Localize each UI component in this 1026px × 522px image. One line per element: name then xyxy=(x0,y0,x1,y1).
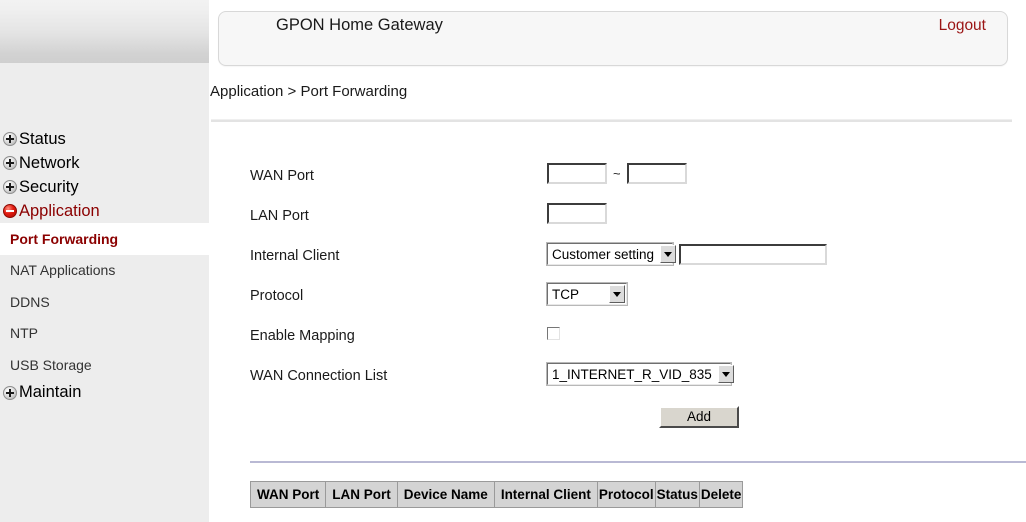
sidebar-item-usb-storage[interactable]: USB Storage xyxy=(0,349,209,381)
sidebar-item-label: Maintain xyxy=(19,383,82,401)
add-button[interactable]: Add xyxy=(659,406,739,428)
lan-port-input[interactable] xyxy=(547,203,607,224)
form-row-lan-port: LAN Port xyxy=(209,200,1026,240)
label-internal-client: Internal Client xyxy=(250,248,340,264)
column-header-protocol: Protocol xyxy=(596,481,656,508)
wan-port-end-input[interactable] xyxy=(626,163,687,184)
sidebar-item-label: Application xyxy=(19,201,100,220)
chevron-down-icon xyxy=(609,285,625,303)
wan-connection-select[interactable]: 1_INTERNET_R_VID_835 xyxy=(546,362,734,386)
sidebar-item-port-forwarding[interactable]: Port Forwarding xyxy=(0,223,209,255)
sidebar-subitem-label: Port Forwarding xyxy=(10,230,119,247)
sidebar-item-maintain[interactable]: Maintain xyxy=(0,380,209,405)
wan-port-controls: ~ xyxy=(547,163,687,184)
sidebar-item-label: Security xyxy=(19,177,79,196)
sidebar-item-security[interactable]: Security xyxy=(0,175,209,199)
logout-button[interactable]: Logout xyxy=(939,17,986,35)
column-header-device-name: Device Name xyxy=(396,481,495,508)
plus-circle-icon xyxy=(3,132,17,146)
sidebar-spacer xyxy=(0,63,209,127)
sidebar-nav: Status Network Security Application Port… xyxy=(0,127,209,405)
column-header-status: Status xyxy=(654,481,700,508)
sidebar-subitem-label: DDNS xyxy=(10,293,50,310)
sidebar-subitem-label: NTP xyxy=(10,325,38,342)
label-wan-connection-list: WAN Connection List xyxy=(250,368,388,384)
sidebar-item-ntp[interactable]: NTP xyxy=(0,317,209,349)
range-separator: ~ xyxy=(613,166,621,181)
chevron-down-icon xyxy=(717,365,734,383)
internal-client-select[interactable]: Customer setting xyxy=(546,242,677,266)
table-header-row: WAN Port LAN Port Device Name Internal C… xyxy=(249,481,744,508)
protocol-controls: TCP xyxy=(546,282,628,306)
main-content: GPON Home Gateway Logout Application > P… xyxy=(209,0,1026,522)
label-lan-port: LAN Port xyxy=(250,208,309,224)
label-wan-port: WAN Port xyxy=(250,168,314,184)
wan-connection-controls: 1_INTERNET_R_VID_835 xyxy=(546,362,734,386)
divider-bottom xyxy=(250,461,1026,463)
plus-circle-icon xyxy=(3,180,17,194)
lan-port-controls xyxy=(547,203,607,224)
form-row-wan-port: WAN Port ~ xyxy=(209,160,1026,200)
column-header-delete: Delete xyxy=(698,481,744,508)
wan-port-start-input[interactable] xyxy=(547,163,607,184)
sidebar-item-label: Status xyxy=(19,129,66,148)
column-header-internal-client: Internal Client xyxy=(493,481,598,508)
page-title: GPON Home Gateway xyxy=(276,16,443,34)
page-root: Status Network Security Application Port… xyxy=(0,0,1026,522)
sidebar-item-nat-applications[interactable]: NAT Applications xyxy=(0,254,209,286)
label-protocol: Protocol xyxy=(250,288,304,304)
wan-connection-select-value: 1_INTERNET_R_VID_835 xyxy=(552,366,712,382)
chevron-down-icon xyxy=(660,245,677,263)
enable-mapping-controls xyxy=(547,323,560,340)
column-header-wan-port: WAN Port xyxy=(249,481,327,508)
sidebar-subitem-label: USB Storage xyxy=(10,356,92,373)
protocol-select-value: TCP xyxy=(552,286,579,302)
form-row-internal-client: Internal Client Customer setting xyxy=(209,240,1026,280)
label-enable-mapping: Enable Mapping xyxy=(250,328,355,344)
plus-circle-icon xyxy=(3,156,17,170)
sidebar-item-status[interactable]: Status xyxy=(0,127,209,151)
form-row-wan-connection-list: WAN Connection List 1_INTERNET_R_VID_835 xyxy=(209,360,1026,400)
breadcrumb: Application > Port Forwarding xyxy=(210,83,408,100)
enable-mapping-checkbox[interactable] xyxy=(547,327,560,340)
sidebar-item-network[interactable]: Network xyxy=(0,151,209,175)
sidebar-item-application[interactable]: Application xyxy=(0,199,209,223)
internal-client-controls: Customer setting xyxy=(546,242,827,266)
sidebar-logo-banner xyxy=(0,0,209,63)
protocol-select[interactable]: TCP xyxy=(546,282,628,306)
form-row-protocol: Protocol TCP xyxy=(209,280,1026,320)
divider-top xyxy=(211,119,1012,122)
minus-circle-icon xyxy=(3,204,17,218)
port-forwarding-table: WAN Port LAN Port Device Name Internal C… xyxy=(249,481,744,508)
internal-client-select-value: Customer setting xyxy=(552,246,655,262)
port-forwarding-form: WAN Port ~ LAN Port Internal Client Cust… xyxy=(209,160,1026,400)
sidebar-subitem-label: NAT Applications xyxy=(10,262,116,279)
form-row-enable-mapping: Enable Mapping xyxy=(209,320,1026,360)
column-header-lan-port: LAN Port xyxy=(325,481,398,508)
internal-client-input[interactable] xyxy=(679,243,827,265)
sidebar-item-label: Network xyxy=(19,153,80,172)
sidebar-item-ddns[interactable]: DDNS xyxy=(0,286,209,318)
plus-circle-icon xyxy=(3,385,17,400)
sidebar: Status Network Security Application Port… xyxy=(0,0,209,522)
